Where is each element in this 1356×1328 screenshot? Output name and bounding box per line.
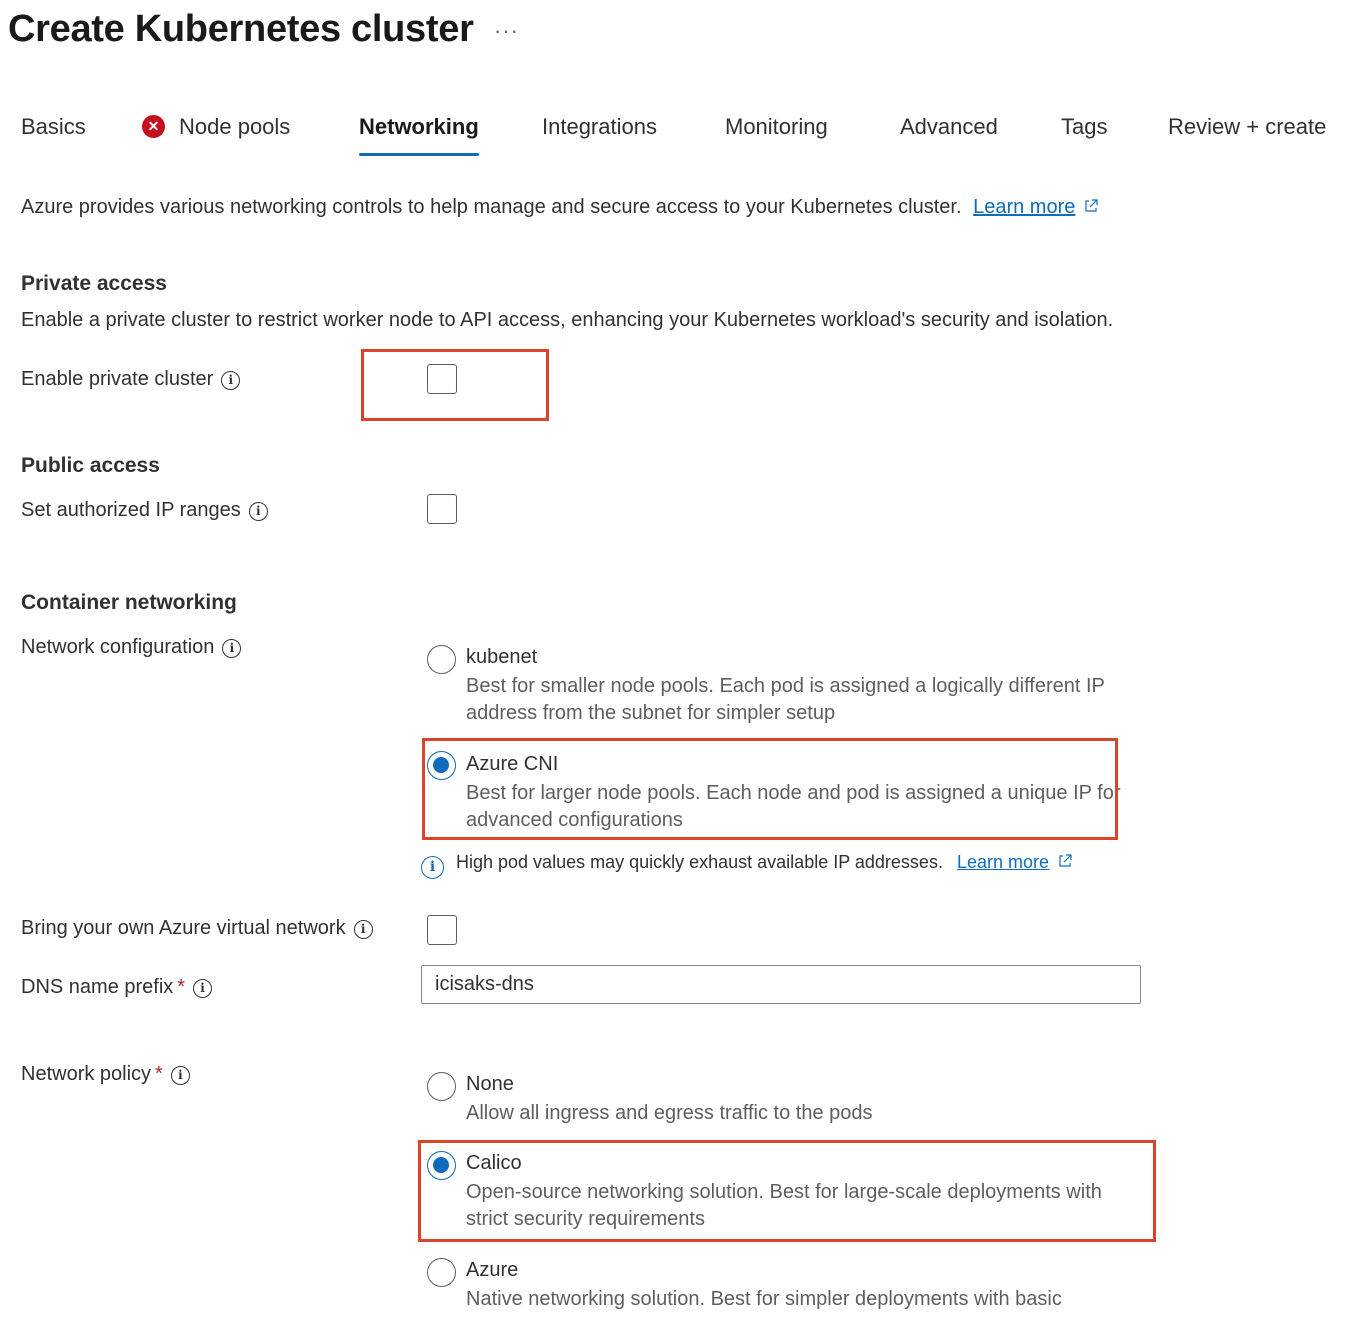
required-mark: * — [155, 1063, 163, 1085]
policy-none-title[interactable]: None — [466, 1073, 514, 1096]
container-networking-heading: Container networking — [21, 591, 237, 614]
required-mark: * — [177, 976, 186, 998]
tab-networking[interactable]: Networking — [359, 108, 479, 156]
info-icon: i — [421, 856, 444, 879]
network-configuration-label: Network configuration i — [21, 636, 242, 659]
label-text: Network configuration — [21, 636, 215, 658]
tab-label: Integrations — [542, 114, 657, 139]
tab-review-create[interactable]: Review + create — [1168, 108, 1326, 156]
tab-tags[interactable]: Tags — [1061, 108, 1107, 156]
tab-label: Advanced — [900, 114, 998, 139]
policy-azure-radio[interactable] — [427, 1258, 456, 1287]
info-icon[interactable]: i — [193, 979, 213, 998]
intro-text: Azure provides various networking contro… — [21, 196, 1099, 219]
label-text: Network policy — [21, 1063, 152, 1085]
learn-more-link[interactable]: Learn more — [973, 196, 1075, 218]
authorized-ip-checkbox[interactable] — [427, 494, 457, 524]
tab-label: Basics — [21, 114, 86, 139]
label-text: Set authorized IP ranges — [21, 499, 241, 521]
kubenet-option-title[interactable]: kubenet — [466, 646, 537, 669]
tab-bar: Basics ✕ Node pools Networking Integratio… — [0, 108, 1356, 158]
dns-prefix-label: DNS name prefix * i — [21, 976, 213, 999]
intro-description: Azure provides various networking contro… — [21, 196, 962, 218]
tab-label: Node pools — [179, 114, 291, 139]
external-link-icon — [1059, 854, 1072, 867]
highlight-box — [418, 1140, 1156, 1242]
tab-integrations[interactable]: Integrations — [542, 108, 657, 156]
highlight-box — [361, 349, 549, 421]
policy-none-description: Allow all ingress and egress traffic to … — [466, 1102, 873, 1124]
more-actions-button[interactable]: ··· — [494, 18, 519, 44]
tab-label: Review + create — [1168, 114, 1327, 139]
policy-none-radio[interactable] — [427, 1072, 456, 1101]
info-note-text: High pod values may quickly exhaust avai… — [456, 852, 943, 872]
kubenet-option-description: Best for smaller node pools. Each pod is… — [466, 675, 1105, 724]
policy-azure-description: Native networking solution. Best for sim… — [466, 1288, 1062, 1310]
ip-exhaust-info: i High pod values may quickly exhaust ava… — [421, 852, 1073, 879]
tab-node-pools[interactable]: ✕ Node pools — [142, 108, 290, 156]
tab-monitoring[interactable]: Monitoring — [725, 108, 828, 156]
tab-label: Monitoring — [725, 114, 828, 139]
tab-label: Tags — [1061, 114, 1108, 139]
byo-vnet-label: Bring your own Azure virtual network i — [21, 917, 373, 940]
tab-advanced[interactable]: Advanced — [900, 108, 998, 156]
external-link-icon — [1085, 199, 1098, 212]
dns-prefix-input[interactable] — [421, 965, 1141, 1004]
tab-basics[interactable]: Basics — [21, 108, 86, 156]
info-icon[interactable]: i — [248, 502, 268, 521]
policy-azure-title[interactable]: Azure — [466, 1259, 518, 1282]
error-circle-icon: ✕ — [142, 115, 165, 138]
network-policy-label: Network policy * i — [21, 1063, 190, 1086]
highlight-box — [422, 738, 1118, 840]
learn-more-link[interactable]: Learn more — [957, 852, 1049, 872]
private-access-description: Enable a private cluster to restrict wor… — [21, 309, 1114, 331]
info-icon[interactable]: i — [222, 639, 242, 658]
label-text: Bring your own Azure virtual network — [21, 917, 346, 939]
active-tab-indicator — [359, 153, 479, 156]
info-icon[interactable]: i — [221, 371, 241, 390]
info-icon[interactable]: i — [353, 920, 373, 939]
byo-vnet-checkbox[interactable] — [427, 915, 457, 945]
page-title: Create Kubernetes cluster — [8, 8, 474, 50]
authorized-ip-label: Set authorized IP ranges i — [21, 499, 268, 522]
private-access-heading: Private access — [21, 272, 167, 295]
label-text: DNS name prefix — [21, 976, 174, 998]
public-access-heading: Public access — [21, 454, 160, 477]
label-text: Enable private cluster — [21, 368, 214, 390]
info-icon[interactable]: i — [170, 1066, 190, 1085]
tab-label: Networking — [359, 114, 479, 139]
kubenet-radio[interactable] — [427, 645, 456, 674]
enable-private-cluster-label: Enable private cluster i — [21, 368, 241, 391]
